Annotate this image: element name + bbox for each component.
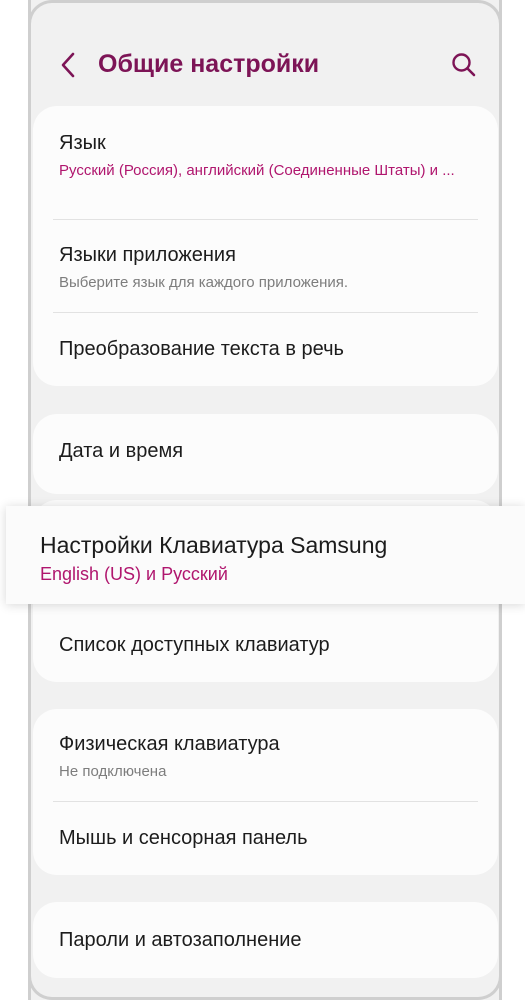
setting-item-title: Пароли и автозаполнение xyxy=(59,929,302,951)
setting-item-title: Список доступных клавиатур xyxy=(59,634,330,656)
setting-item-date-time[interactable]: Дата и время xyxy=(33,414,498,494)
setting-item-samsung-keyboard[interactable]: Настройки Клавиатура Samsung English (US… xyxy=(6,506,525,604)
chevron-left-icon xyxy=(61,52,75,78)
setting-item-subtitle: English (US) и Русский xyxy=(40,564,228,584)
setting-item-mouse-touchpad[interactable]: Мышь и сенсорная панель xyxy=(33,802,498,875)
back-button[interactable] xyxy=(57,50,81,80)
setting-item-subtitle: Русский (Россия), английский (Соединенны… xyxy=(59,162,455,179)
setting-item-title: Дата и время xyxy=(59,440,184,462)
setting-item-subtitle: Выберите язык для каждого приложения. xyxy=(59,274,349,291)
phone-frame-top xyxy=(28,0,502,30)
setting-item-title: Мышь и сенсорная панель xyxy=(59,827,308,849)
setting-item-physical-keyboard[interactable]: Физическая клавиатура Не подключена xyxy=(33,709,498,801)
setting-item-title: Язык xyxy=(59,132,106,154)
settings-group-input-devices: Физическая клавиатура Не подключена Мышь… xyxy=(33,709,498,875)
setting-item-title: Преобразование текста в речь xyxy=(59,338,344,360)
settings-group-datetime: Дата и время xyxy=(33,414,498,494)
setting-item-title: Языки приложения xyxy=(59,244,236,266)
setting-item-subtitle: Не подключена xyxy=(59,763,167,780)
search-button[interactable] xyxy=(449,50,479,80)
setting-item-title: Настройки Клавиатура Samsung xyxy=(40,532,388,558)
setting-item-app-languages[interactable]: Языки приложения Выберите язык для каждо… xyxy=(33,220,498,312)
app-header: Общие настройки xyxy=(31,30,499,102)
settings-group-language: Язык Русский (Россия), английский (Соеди… xyxy=(33,106,498,386)
search-icon xyxy=(452,53,476,77)
setting-item-keyboard-list[interactable]: Список доступных клавиатур xyxy=(33,604,498,682)
setting-item-language[interactable]: Язык Русский (Россия), английский (Соеди… xyxy=(33,106,498,219)
setting-item-title: Физическая клавиатура xyxy=(59,733,280,755)
setting-item-text-to-speech[interactable]: Преобразование текста в речь xyxy=(33,313,498,386)
page-title: Общие настройки xyxy=(98,50,320,78)
setting-item-passwords-autofill[interactable]: Пароли и автозаполнение xyxy=(33,902,498,978)
settings-group-passwords: Пароли и автозаполнение xyxy=(33,902,498,978)
